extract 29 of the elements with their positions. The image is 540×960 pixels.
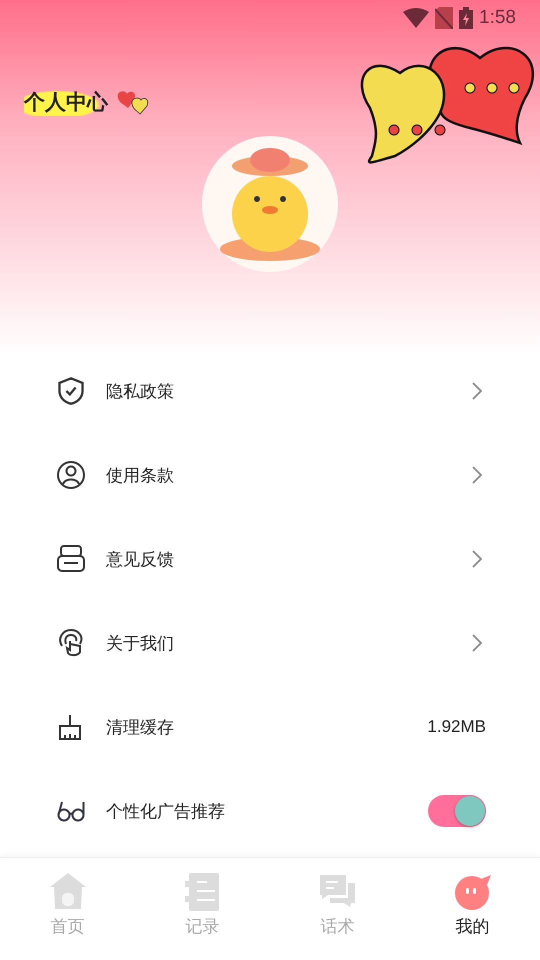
tray-icon (56, 544, 86, 574)
toggle-switch[interactable] (428, 795, 486, 827)
menu-label: 隐私政策 (106, 380, 175, 402)
menu-label: 清理缓存 (106, 716, 175, 738)
chevron-right-icon (472, 466, 482, 484)
tab[interactable]: 我的 (432, 870, 512, 948)
status-time: 1:58 (479, 7, 516, 29)
menu-item[interactable]: 个性化广告推荐 (56, 769, 486, 853)
menu-label: 使用条款 (106, 464, 175, 486)
menu-label: 意见反馈 (106, 548, 175, 570)
chevron-right-icon (472, 550, 482, 568)
menu-item[interactable]: 意见反馈 (56, 517, 486, 601)
house-icon (48, 870, 88, 910)
menu-item[interactable]: 关于我们 (56, 601, 486, 685)
cache-size: 1.92MB (427, 717, 486, 737)
menu-label: 个性化广告推荐 (106, 800, 226, 822)
no-sim-icon (435, 7, 454, 29)
user-circle-icon (56, 460, 86, 490)
menu-label: 关于我们 (106, 632, 175, 654)
page-title: 个人中心 (24, 88, 108, 116)
menu-item[interactable]: 隐私政策 (56, 349, 486, 433)
chevron-right-icon (472, 382, 482, 400)
chevron-right-icon (472, 634, 482, 652)
menu-item[interactable]: 使用条款 (56, 433, 486, 517)
wifi-icon (403, 8, 430, 28)
shield-check-icon (56, 376, 86, 406)
battery-icon (459, 7, 474, 29)
heart-bubbles-icon (116, 90, 150, 116)
menu-item[interactable]: 清理缓存 1.92MB (56, 685, 486, 769)
